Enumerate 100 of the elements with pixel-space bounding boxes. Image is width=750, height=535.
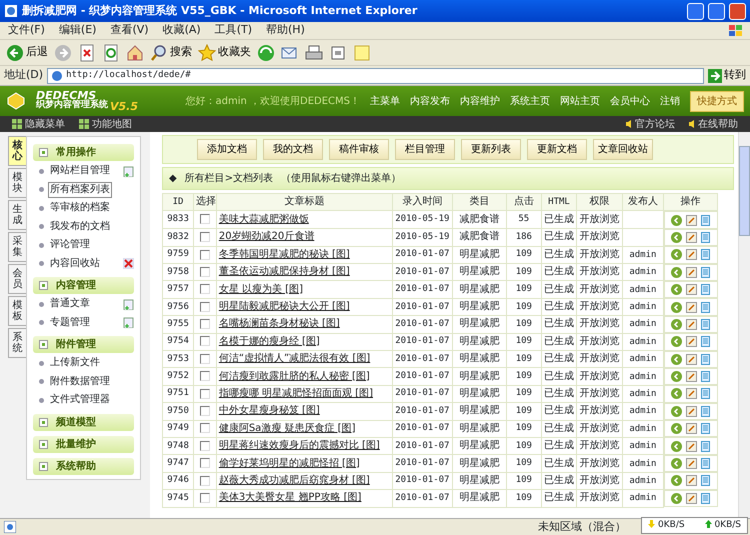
preview-icon[interactable]: [671, 492, 682, 504]
menu-link[interactable]: 文件式管理器: [48, 392, 112, 408]
document-icon[interactable]: [701, 458, 710, 470]
home-button[interactable]: [126, 44, 144, 62]
document-icon[interactable]: [701, 302, 710, 313]
menu-link[interactable]: 普通文章: [48, 296, 92, 312]
edit-icon[interactable]: [686, 266, 698, 278]
toolbar-button[interactable]: 文章回收站: [593, 139, 653, 160]
menu-item[interactable]: 文件(F): [8, 22, 45, 39]
nav-link[interactable]: 主菜单: [370, 94, 400, 108]
stop-button[interactable]: [78, 44, 96, 62]
row-checkbox[interactable]: [200, 232, 210, 242]
edit-icon[interactable]: [686, 336, 698, 348]
address-field[interactable]: http://localhost/dede/#: [47, 68, 704, 84]
row-checkbox[interactable]: [200, 319, 210, 330]
preview-icon[interactable]: [671, 232, 682, 243]
refresh-button[interactable]: [102, 44, 120, 62]
edit-button[interactable]: [329, 44, 347, 62]
menu-item[interactable]: 帮助(H): [266, 22, 305, 39]
document-icon[interactable]: [701, 214, 710, 226]
scrollbar-thumb[interactable]: [739, 146, 750, 236]
document-icon[interactable]: [701, 423, 710, 434]
edit-icon[interactable]: [686, 284, 698, 296]
document-icon[interactable]: [701, 388, 710, 400]
document-icon[interactable]: [701, 318, 710, 330]
delete-icon[interactable]: [123, 258, 134, 270]
document-icon[interactable]: [701, 406, 710, 417]
row-checkbox[interactable]: [200, 250, 210, 260]
toolbar-link[interactable]: 官方论坛: [626, 116, 675, 132]
document-icon[interactable]: [701, 354, 710, 365]
row-checkbox[interactable]: [200, 458, 210, 468]
nav-link[interactable]: 内容发布: [410, 94, 450, 108]
toolbar-button[interactable]: 稿件审核: [329, 139, 389, 160]
preview-icon[interactable]: [671, 440, 682, 452]
row-checkbox[interactable]: [200, 388, 210, 399]
menu-item[interactable]: 编辑(E): [58, 22, 96, 39]
edit-icon[interactable]: [686, 302, 698, 313]
print-button[interactable]: [305, 44, 323, 62]
document-icon[interactable]: [701, 336, 710, 348]
edit-icon[interactable]: [686, 388, 698, 400]
nav-link[interactable]: 会员中心: [610, 94, 650, 108]
add-page-icon[interactable]: [123, 166, 134, 177]
side-tab[interactable]: 生成: [8, 200, 26, 230]
menu-link[interactable]: 等审核的档案: [48, 200, 112, 216]
document-icon[interactable]: [701, 284, 710, 296]
preview-icon[interactable]: [671, 406, 682, 417]
go-button[interactable]: 转到: [708, 67, 746, 84]
preview-icon[interactable]: [671, 423, 682, 434]
menu-group-header[interactable]: 批量维护: [33, 436, 134, 452]
toolbar-link[interactable]: 功能地图: [79, 116, 132, 132]
edit-icon[interactable]: [686, 354, 698, 365]
preview-icon[interactable]: [671, 458, 682, 470]
row-checkbox[interactable]: [200, 284, 210, 294]
document-icon[interactable]: [701, 475, 710, 486]
edit-icon[interactable]: [686, 232, 698, 243]
row-checkbox[interactable]: [200, 406, 210, 416]
document-icon[interactable]: [701, 440, 710, 452]
preview-icon[interactable]: [671, 214, 682, 226]
document-icon[interactable]: [701, 492, 710, 504]
row-checkbox[interactable]: [200, 492, 210, 503]
document-icon[interactable]: [701, 371, 710, 382]
menu-link[interactable]: 评论管理: [48, 237, 92, 254]
note-button[interactable]: [353, 44, 371, 62]
row-checkbox[interactable]: [200, 476, 210, 486]
edit-icon[interactable]: [686, 475, 698, 486]
nav-link[interactable]: 网站主页: [560, 94, 600, 108]
menu-link[interactable]: 上传新文件: [48, 355, 102, 372]
row-checkbox[interactable]: [200, 354, 210, 364]
toolbar-button[interactable]: 栏目管理: [395, 139, 455, 160]
edit-icon[interactable]: [686, 249, 698, 260]
menu-item[interactable]: 查看(V): [110, 22, 149, 39]
row-checkbox[interactable]: [200, 336, 210, 346]
row-checkbox[interactable]: [200, 266, 210, 277]
shortcut-button[interactable]: 快捷方式: [690, 90, 744, 112]
row-checkbox[interactable]: [200, 371, 210, 382]
preview-icon[interactable]: [671, 475, 682, 486]
media-button[interactable]: [257, 44, 275, 62]
toolbar-link[interactable]: 在线帮助: [689, 116, 738, 132]
toolbar-button[interactable]: 我的文档: [263, 139, 323, 160]
favorites-button[interactable]: 收藏夹: [198, 44, 251, 62]
side-tab[interactable]: 模块: [8, 168, 26, 198]
menu-item[interactable]: 收藏(A): [162, 22, 201, 39]
side-tab[interactable]: 系统: [8, 328, 26, 358]
menu-item[interactable]: 工具(T): [214, 22, 252, 39]
maximize-button[interactable]: [708, 2, 725, 20]
forward-button[interactable]: [54, 44, 72, 62]
side-tab[interactable]: 会员: [8, 264, 26, 294]
menu-link[interactable]: 所有档案列表: [48, 182, 112, 198]
side-tab[interactable]: 模板: [8, 296, 26, 326]
edit-icon[interactable]: [686, 318, 698, 330]
add-page-icon[interactable]: [123, 298, 134, 310]
edit-icon[interactable]: [686, 214, 698, 226]
document-icon[interactable]: [701, 232, 710, 243]
menu-group-header[interactable]: 系统帮助: [33, 458, 134, 474]
edit-icon[interactable]: [686, 423, 698, 434]
document-icon[interactable]: [701, 249, 710, 260]
row-checkbox[interactable]: [200, 214, 210, 224]
preview-icon[interactable]: [671, 388, 682, 400]
nav-link[interactable]: 系统主页: [510, 94, 550, 108]
preview-icon[interactable]: [671, 302, 682, 313]
